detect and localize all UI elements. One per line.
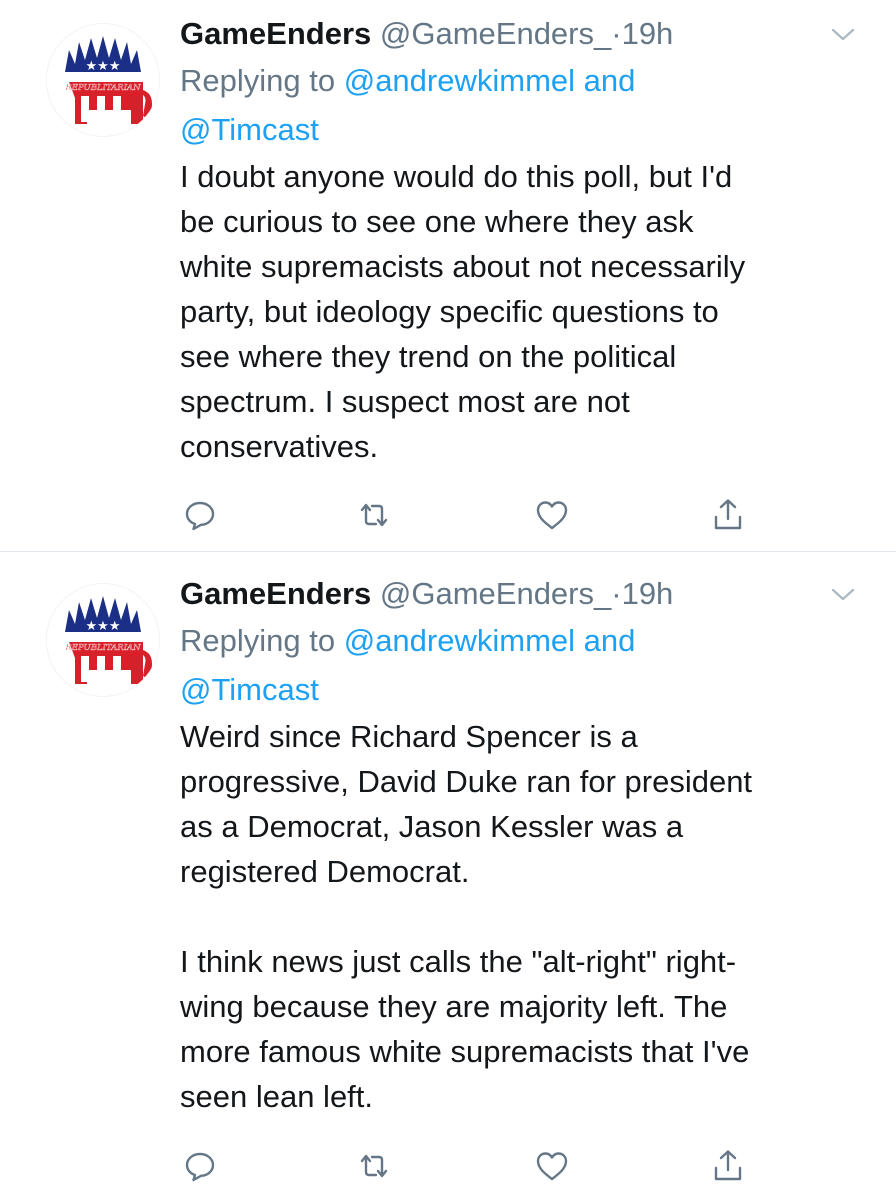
separator-dot: · (611, 576, 622, 611)
republitarian-logo-icon: ★★★ REPUBLITARIAN (47, 24, 159, 136)
tweet-actions (182, 1148, 762, 1188)
retweet-icon (360, 1154, 388, 1178)
svg-text:★★★: ★★★ (86, 619, 121, 634)
separator-dot: · (611, 16, 622, 51)
mention-link[interactable]: @Timcast (180, 112, 319, 147)
reply-icon (185, 1152, 215, 1182)
reply-button[interactable] (182, 497, 222, 537)
tweet-header: GameEnders @GameEnders_·19h (180, 574, 860, 614)
tweet[interactable]: ★★★ REPUBLITARIAN GameEnders @GameEnders… (0, 552, 896, 1200)
reply-and-link[interactable]: and (584, 63, 636, 98)
user-handle[interactable]: @GameEnders_ (380, 16, 611, 51)
share-icon (714, 1150, 742, 1181)
timestamp[interactable]: 19h (622, 576, 674, 611)
user-handle[interactable]: @GameEnders_ (380, 576, 611, 611)
like-button[interactable] (534, 1148, 574, 1188)
replying-to-label: Replying to (180, 623, 336, 658)
share-button[interactable] (710, 497, 750, 537)
retweet-button[interactable] (356, 497, 396, 537)
like-icon (536, 1152, 568, 1181)
share-icon (714, 499, 742, 530)
svg-text:REPUBLITARIAN: REPUBLITARIAN (64, 643, 141, 653)
tweet[interactable]: ★★★ REPUBLITARIAN GameEnders @GameEnders… (0, 0, 896, 552)
tweet-content: GameEnders @GameEnders_·19h Replying to … (180, 574, 860, 1119)
avatar[interactable]: ★★★ REPUBLITARIAN (47, 24, 159, 136)
display-name[interactable]: GameEnders (180, 16, 371, 51)
retweet-button[interactable] (356, 1148, 396, 1188)
reply-icon (185, 501, 215, 531)
tweet-actions (182, 497, 762, 537)
mention-link[interactable]: @Timcast (180, 672, 319, 707)
reply-and-link[interactable]: and (584, 623, 636, 658)
svg-text:★★★: ★★★ (86, 59, 121, 74)
mention-link[interactable]: @andrewkimmel (344, 623, 575, 658)
replying-to-label: Replying to (180, 63, 336, 98)
tweet-text: Weird since Richard Spencer is a progres… (180, 719, 753, 1114)
tweet-header: GameEnders @GameEnders_·19h (180, 14, 860, 54)
like-icon (536, 501, 568, 530)
tweet-content: GameEnders @GameEnders_·19h Replying to … (180, 14, 860, 469)
reply-button[interactable] (182, 1148, 222, 1188)
svg-text:REPUBLITARIAN: REPUBLITARIAN (64, 83, 141, 93)
avatar[interactable]: ★★★ REPUBLITARIAN (47, 584, 159, 696)
timestamp[interactable]: 19h (622, 16, 674, 51)
display-name[interactable]: GameEnders (180, 576, 371, 611)
share-button[interactable] (710, 1148, 750, 1188)
mention-link[interactable]: @andrewkimmel (344, 63, 575, 98)
tweet-text: I doubt anyone would do this poll, but I… (180, 159, 746, 464)
republitarian-logo-icon: ★★★ REPUBLITARIAN (47, 584, 159, 696)
like-button[interactable] (534, 497, 574, 537)
replying-to: Replying to @andrewkimmel and @Timcast (180, 56, 860, 154)
retweet-icon (360, 503, 388, 527)
replying-to: Replying to @andrewkimmel and @Timcast (180, 616, 860, 714)
